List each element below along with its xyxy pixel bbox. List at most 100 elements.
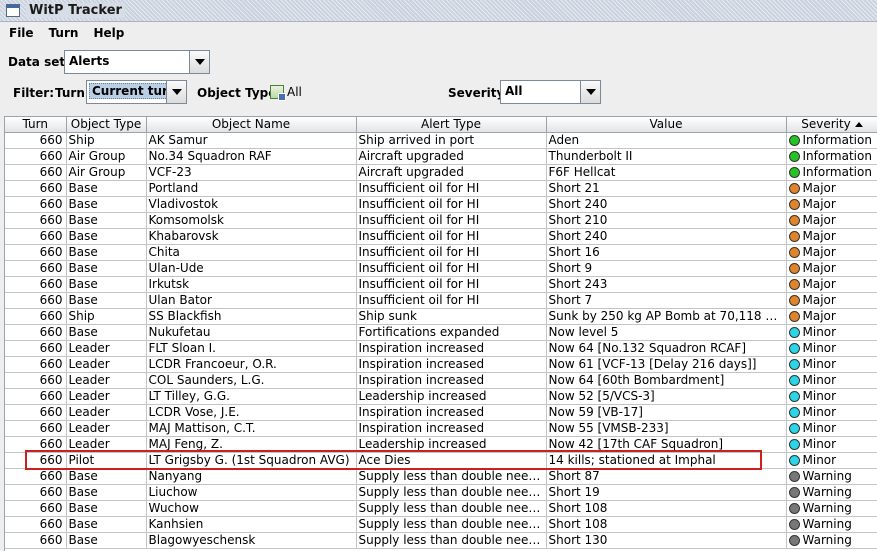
cell-object-name: Vladivostok <box>146 196 357 213</box>
cell-severity: Warning <box>786 484 877 501</box>
turn-filter-label: Turn: <box>55 86 90 100</box>
cell-turn: 660 <box>5 148 67 165</box>
table-row[interactable]: 660 Leader MAJ Mattison, C.T. Inspiration i… <box>5 420 877 437</box>
cell-object-type: Ship <box>66 132 147 149</box>
cell-value: Now 59 [VB-17] <box>546 404 787 421</box>
table-row[interactable]: 660 Base Komsomolsk Insufficient oil for HI… <box>5 212 877 229</box>
cell-turn: 660 <box>5 468 67 485</box>
cell-value: Short 19 <box>546 484 787 501</box>
table-row[interactable]: 660 Base Liuchow Supply less than double ne… <box>5 484 877 501</box>
table-row[interactable]: 660 Base Ulan-Ude Insufficient oil for HI Sh… <box>5 260 877 277</box>
cell-turn: 660 <box>5 212 67 229</box>
table-row[interactable]: 660 Leader FLT Sloan I. Inspiration increas… <box>5 340 877 357</box>
cell-object-type: Base <box>66 260 147 277</box>
table-row[interactable]: 660 Base Kanhsien Supply less than double n… <box>5 516 877 533</box>
cell-alert-type: Fortifications expanded <box>356 324 547 341</box>
cell-alert-type: Inspiration increased <box>356 356 547 373</box>
alerts-table-container: Turn Object Type Object Name Alert Type … <box>4 116 877 551</box>
cell-value: Short 21 <box>546 180 787 197</box>
column-header-object-type[interactable]: Object Type <box>66 117 147 133</box>
table-row[interactable]: 660 Leader LCDR Francoeur, O.R. Inspiration… <box>5 356 877 373</box>
cell-turn: 660 <box>5 292 67 309</box>
table-row[interactable]: 660 Base Ulan Bator Insufficient oil for HI… <box>5 292 877 309</box>
table-row[interactable]: 660 Base Blagowyeschensk Supply less than d… <box>5 532 877 549</box>
severity-status-icon <box>788 198 800 210</box>
table-row[interactable]: 660 Base Nukufetau Fortifications expanded N… <box>5 324 877 341</box>
table-row[interactable]: 660 Base Irkutsk Insufficient oil for HI Sho… <box>5 276 877 293</box>
column-header-severity[interactable]: Severity <box>786 117 877 133</box>
object-type-filter-button[interactable]: All <box>270 85 302 101</box>
table-row[interactable]: 660 Base Wuchow Supply less than double nee… <box>5 500 877 517</box>
cell-object-type: Base <box>66 180 147 197</box>
menu-help[interactable]: Help <box>84 26 130 40</box>
cell-turn: 660 <box>5 436 67 453</box>
cell-value: Short 87 <box>546 468 787 485</box>
severity-filter-select[interactable]: All <box>500 80 601 104</box>
severity-text: Information <box>802 148 872 163</box>
turn-dropdown-arrow-icon[interactable] <box>166 81 186 103</box>
table-row[interactable]: 660 Base Portland Insufficient oil for HI Sh… <box>5 180 877 197</box>
table-row[interactable]: 660 Leader MAJ Feng, Z. Leadership increase… <box>5 436 877 453</box>
cell-value: Now 64 [60th Bombardment] <box>546 372 787 389</box>
dataset-label: Data set: <box>8 55 70 69</box>
cell-object-name: Khabarovsk <box>146 228 357 245</box>
severity-dropdown-arrow-icon[interactable] <box>580 81 600 103</box>
cell-alert-type: Insufficient oil for HI <box>356 244 547 261</box>
severity-status-icon <box>788 438 800 450</box>
cell-object-name: LCDR Francoeur, O.R. <box>146 356 357 373</box>
cell-object-type: Base <box>66 228 147 245</box>
cell-object-type: Base <box>66 244 147 261</box>
table-row[interactable]: 660 Ship AK Samur Ship arrived in port Aden I… <box>5 132 877 149</box>
turn-filter-select[interactable]: Current turn <box>86 80 187 104</box>
severity-status-icon <box>788 230 800 242</box>
column-header-alert-type[interactable]: Alert Type <box>356 117 547 133</box>
column-header-turn[interactable]: Turn <box>5 117 67 133</box>
cell-value: Short 210 <box>546 212 787 229</box>
cell-severity: Minor <box>786 356 877 373</box>
severity-status-icon <box>788 246 800 258</box>
table-row[interactable]: 660 Leader LT Tilley, G.G. Leadership incre… <box>5 388 877 405</box>
sort-ascending-icon <box>854 122 863 128</box>
table-row[interactable]: 660 Leader LCDR Vose, J.E. Inspiration incr… <box>5 404 877 421</box>
dataset-row: Data set: Alerts <box>0 50 877 74</box>
cell-severity: Minor <box>786 404 877 421</box>
cell-object-type: Pilot <box>66 452 147 469</box>
cell-object-name: COL Saunders, L.G. <box>146 372 357 389</box>
cell-turn: 660 <box>5 244 67 261</box>
table-row[interactable]: 660 Air Group VCF-23 Aircraft upgraded F6F H… <box>5 164 877 181</box>
menu-turn[interactable]: Turn <box>40 26 85 40</box>
table-row[interactable]: 660 Base Nanyang Supply less than double ne… <box>5 468 877 485</box>
column-header-value[interactable]: Value <box>546 117 787 133</box>
table-row[interactable]: 660 Leader COL Saunders, L.G. Inspiration i… <box>5 372 877 389</box>
cell-value: Short 243 <box>546 276 787 293</box>
severity-status-icon <box>788 326 800 338</box>
cell-object-type: Leader <box>66 372 147 389</box>
table-row[interactable]: 660 Base Vladivostok Insufficient oil for H… <box>5 196 877 213</box>
severity-text: Information <box>802 164 872 179</box>
table-row[interactable]: 660 Ship SS Blackfish Ship sunk Sunk by 250 … <box>5 308 877 325</box>
table-row[interactable]: 660 Base Chita Insufficient oil for HI Short… <box>5 244 877 261</box>
cell-object-type: Base <box>66 468 147 485</box>
severity-text: Information <box>802 132 872 147</box>
table-row[interactable]: 660 Pilot LT Grigsby G. (1st Squadron AVG)… <box>5 452 877 469</box>
severity-text: Major <box>802 308 836 323</box>
cell-severity: Major <box>786 260 877 277</box>
dataset-select[interactable]: Alerts <box>64 50 210 74</box>
severity-text: Warning <box>802 500 852 515</box>
cell-severity: Minor <box>786 436 877 453</box>
table-row[interactable]: 660 Base Khabarovsk Insufficient oil for HI… <box>5 228 877 245</box>
dataset-dropdown-arrow-icon[interactable] <box>189 51 209 73</box>
cell-alert-type: Insufficient oil for HI <box>356 260 547 277</box>
severity-status-icon <box>788 214 800 226</box>
cell-object-type: Leader <box>66 388 147 405</box>
cell-turn: 660 <box>5 356 67 373</box>
cell-object-name: Nukufetau <box>146 324 357 341</box>
cell-severity: Major <box>786 196 877 213</box>
column-header-object-name[interactable]: Object Name <box>146 117 357 133</box>
table-row[interactable]: 660 Air Group No.34 Squadron RAF Aircraft u… <box>5 148 877 165</box>
cell-object-type: Leader <box>66 420 147 437</box>
cell-object-type: Base <box>66 532 147 549</box>
cell-severity: Minor <box>786 340 877 357</box>
menu-file[interactable]: File <box>0 26 40 40</box>
cell-alert-type: Leadership increased <box>356 388 547 405</box>
